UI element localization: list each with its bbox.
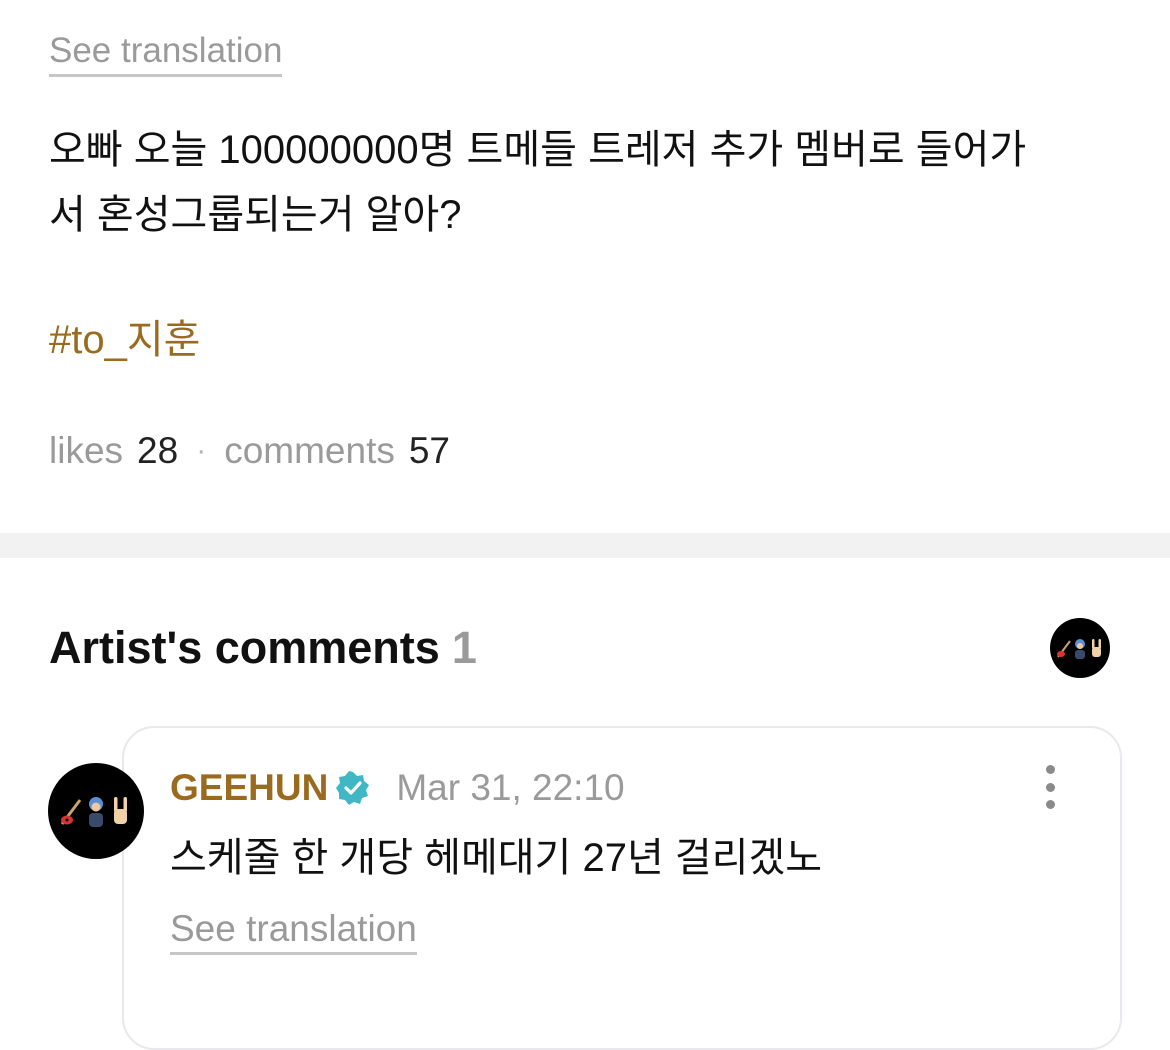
verified-badge-icon	[336, 771, 370, 805]
likes-count: 28	[137, 430, 179, 471]
likes-label: likes	[49, 430, 124, 471]
guitar-person-rock-hand-icon	[1057, 639, 1101, 659]
post-stats: likes 28 · comments 57	[49, 428, 450, 474]
comment-timestamp: Mar 31, 22:10	[396, 767, 625, 808]
comments-label: comments	[224, 430, 395, 471]
section-divider	[0, 533, 1170, 558]
artist-comments-title: Artist's comments 1	[49, 620, 477, 676]
more-dot	[1045, 782, 1055, 792]
comment-author-avatar[interactable]	[48, 763, 144, 859]
stats-separator: ·	[196, 434, 207, 467]
post-section: See translation 오빠 오늘 100000000명 트메들 트레저…	[0, 0, 1170, 533]
post-body-text: 오빠 오늘 100000000명 트메들 트레저 추가 멤버로 들어가 서 혼성…	[49, 128, 1027, 237]
comment-header: GEEHUN Mar 31, 22:10	[170, 766, 625, 810]
post-hashtag[interactable]: #to_지훈	[49, 310, 200, 370]
more-dot	[1045, 800, 1055, 809]
artist-comments-count: 1	[451, 622, 477, 673]
artist-avatar-button[interactable]	[1050, 618, 1110, 678]
guitar-person-rock-hand-icon	[60, 797, 127, 827]
artist-comments-title-label: Artist's comments	[49, 622, 440, 673]
more-options-icon[interactable]	[1030, 765, 1070, 809]
post-see-translation-link[interactable]: See translation	[49, 30, 283, 77]
comment-see-translation-link[interactable]: See translation	[170, 908, 417, 955]
more-dot	[1045, 765, 1055, 774]
comment-text: 스케줄 한 개당 헤메대기 27년 걸리겠노	[170, 836, 823, 880]
comment-author-name[interactable]: GEEHUN	[170, 766, 328, 810]
comments-count: 57	[408, 430, 450, 471]
